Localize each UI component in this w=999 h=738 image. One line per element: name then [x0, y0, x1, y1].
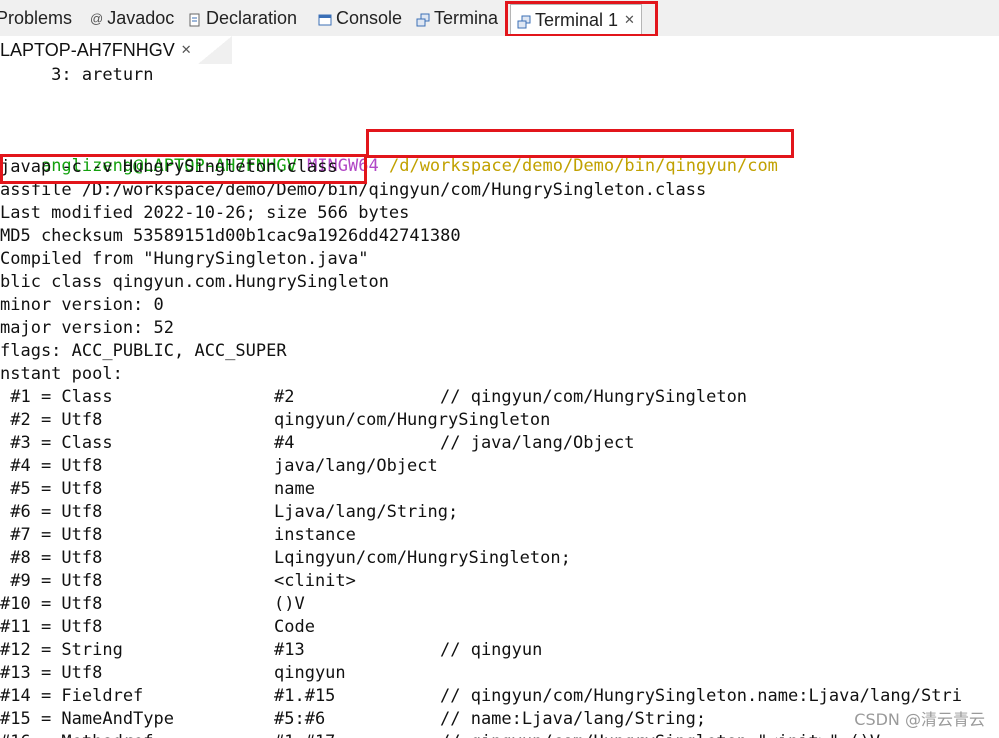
- constant-pool-row: #10 = Utf8 ()V: [0, 593, 999, 615]
- pool-val: qingyun/com/HungrySingleton: [274, 410, 551, 430]
- pool-idx: #8 = Utf8: [0, 548, 103, 568]
- pool-val: java/lang/Object: [274, 456, 438, 476]
- pool-idx: #10 = Utf8: [0, 594, 103, 614]
- constant-pool-row: #7 = Utf8 instance: [0, 524, 999, 546]
- pool-idx: #3 = Class: [0, 433, 113, 453]
- output-line: blic class qingyun.com.HungrySingleton: [0, 272, 389, 292]
- pool-val: <clinit>: [274, 571, 356, 591]
- output-line: Compiled from "HungrySingleton.java": [0, 249, 369, 269]
- constant-pool-row: #14 = Fieldref #1.#15 // qingyun/com/Hungr…: [0, 685, 999, 707]
- terminal-output[interactable]: 3: areturn anglizeng@LAPTOP-AH7FNHGV MIN…: [0, 64, 999, 738]
- prompt-path: /d/workspace/demo/Demo/bin/qingyun/com: [388, 156, 778, 176]
- pool-val: ()V: [274, 594, 305, 614]
- constant-pool-row: #13 = Utf8 qingyun: [0, 662, 999, 684]
- console-icon: [318, 11, 332, 26]
- constant-pool-row: #5 = Utf8 name: [0, 478, 999, 500]
- output-line: 3: areturn: [0, 65, 154, 85]
- watermark: CSDN @清云青云: [854, 710, 985, 729]
- tab-javadoc[interactable]: @ Javadoc: [90, 5, 174, 31]
- tab-declaration[interactable]: Declaration: [188, 5, 297, 31]
- at-icon: @: [90, 11, 104, 26]
- pool-cmt: // qingyun/com/HungrySingleton: [440, 387, 748, 407]
- pool-val: #5:#6: [274, 709, 326, 729]
- pool-idx: #2 = Utf8: [0, 410, 103, 430]
- pool-val: #13: [274, 640, 305, 660]
- command-line: javap -c -v HungrySingleton.class: [0, 157, 338, 177]
- constant-pool-row: #1 = Class #2 // qingyun/com/HungrySinglet…: [0, 386, 999, 408]
- pool-val: qingyun: [274, 663, 346, 683]
- pool-idx: #1 = Class: [0, 387, 113, 407]
- output-line: minor version: 0: [0, 295, 164, 315]
- terminal-icon: [416, 11, 430, 27]
- constant-pool-row: #11 = Utf8 Code: [0, 616, 999, 638]
- tab-divider: [198, 36, 232, 64]
- pool-idx: #4 = Utf8: [0, 456, 103, 476]
- constant-pool-row: #6 = Utf8 Ljava/lang/String;: [0, 501, 999, 523]
- constant-pool-row: #4 = Utf8 java/lang/Object: [0, 455, 999, 477]
- constant-pool-row: #8 = Utf8 Lqingyun/com/HungrySingleton;: [0, 547, 999, 569]
- terminal-icon: [517, 13, 531, 29]
- terminal-session-bar: LAPTOP-AH7FNHGV ✕: [0, 36, 999, 65]
- tab-console[interactable]: Console: [318, 5, 402, 31]
- constant-pool-row: #3 = Class #4 // java/lang/Object: [0, 432, 999, 454]
- session-tab-label: LAPTOP-AH7FNHGV: [0, 39, 175, 60]
- pool-idx: #11 = Utf8: [0, 617, 103, 637]
- tab-declaration-label: Declaration: [206, 7, 298, 28]
- output-line: MD5 checksum 53589151d00b1cac9a1926dd427…: [0, 226, 461, 246]
- tab-terminal-label: Termina: [434, 7, 499, 28]
- pool-val: name: [274, 479, 315, 499]
- constant-pool-row: #16 = Methodref #1.#17 // qingyun/com/Hung…: [0, 731, 999, 738]
- prompt-line: anglizeng@LAPTOP-AH7FNHGV MINGW64 /d/wor…: [0, 133, 778, 176]
- pool-val: Lqingyun/com/HungrySingleton;: [274, 548, 571, 568]
- tab-javadoc-label: Javadoc: [107, 7, 175, 28]
- pool-val: #1.#15: [274, 686, 336, 706]
- pool-val: Ljava/lang/String;: [274, 502, 459, 522]
- pool-val: #1.#17: [274, 731, 335, 738]
- declaration-icon: [188, 11, 202, 27]
- output-line: nstant pool:: [0, 364, 123, 384]
- tab-terminal[interactable]: Termina: [416, 5, 498, 31]
- pool-idx: #13 = Utf8: [0, 663, 103, 683]
- close-icon[interactable]: ✕: [181, 42, 192, 58]
- pool-cmt: // name:Ljava/lang/String;: [440, 709, 707, 729]
- output-line: major version: 52: [0, 318, 174, 338]
- constant-pool-row: #2 = Utf8 qingyun/com/HungrySingleton: [0, 409, 999, 431]
- pool-val: Code: [274, 617, 315, 637]
- tab-terminal-1[interactable]: Terminal 1 ✕: [510, 4, 642, 35]
- pool-idx: #6 = Utf8: [0, 502, 103, 522]
- pool-val: #4: [274, 433, 295, 453]
- close-icon[interactable]: ✕: [624, 12, 635, 28]
- pool-val: #2: [274, 387, 295, 407]
- output-line: Last modified 2022-10-26; size 566 bytes: [0, 203, 410, 223]
- pool-val: instance: [274, 525, 356, 545]
- pool-idx: #14 = Fieldref: [0, 686, 144, 706]
- constant-pool-row: #15 = NameAndType #5:#6 // name:Ljava/lang…: [0, 708, 999, 730]
- session-tab[interactable]: LAPTOP-AH7FNHGV ✕: [0, 36, 203, 64]
- pool-idx: #5 = Utf8: [0, 479, 103, 499]
- tab-terminal-1-label: Terminal 1: [535, 9, 619, 30]
- tab-problems-label: Problems: [0, 7, 73, 28]
- output-line: flags: ACC_PUBLIC, ACC_SUPER: [0, 341, 287, 361]
- pool-idx: #16 = Methodref: [0, 731, 154, 738]
- output-line: assfile /D:/workspace/demo/Demo/bin/qing…: [0, 180, 707, 200]
- pool-cmt: // qingyun/com/HungrySingleton.name:Ljav…: [440, 686, 962, 706]
- tab-problems[interactable]: Problems: [0, 5, 72, 31]
- pool-cmt: // java/lang/Object: [440, 433, 635, 453]
- pool-idx: #12 = String: [0, 640, 123, 660]
- pool-cmt: // qingyun/com/HungrySingleton."<init>":…: [440, 731, 880, 738]
- pool-idx: #15 = NameAndType: [0, 709, 174, 729]
- pool-idx: #7 = Utf8: [0, 525, 103, 545]
- constant-pool-row: #9 = Utf8 <clinit>: [0, 570, 999, 592]
- view-tab-bar: Problems @ Javadoc Declaration Console T…: [0, 0, 999, 37]
- pool-cmt: // qingyun: [440, 640, 543, 660]
- tab-console-label: Console: [336, 7, 403, 28]
- constant-pool-row: #12 = String #13 // qingyun: [0, 639, 999, 661]
- pool-idx: #9 = Utf8: [0, 571, 103, 591]
